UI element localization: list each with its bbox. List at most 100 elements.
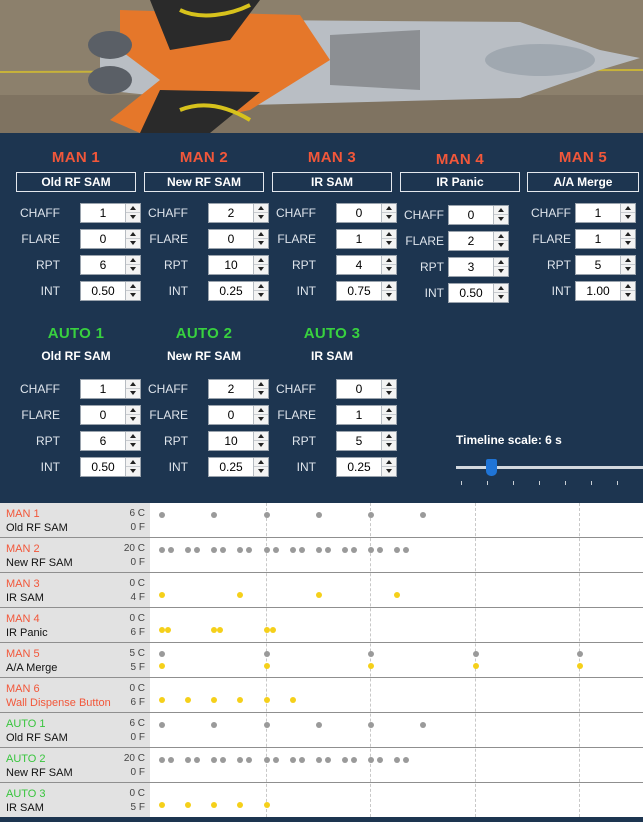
- flare-count: 5 F: [130, 662, 145, 673]
- flare-value[interactable]: 1: [576, 230, 620, 248]
- chaff-value[interactable]: 2: [209, 204, 253, 222]
- int-spinbox[interactable]: 1.00: [575, 281, 636, 301]
- rpt-value[interactable]: 6: [81, 256, 125, 274]
- int-value[interactable]: 0.25: [209, 458, 253, 476]
- spin-down-arrow-icon[interactable]: [621, 213, 635, 222]
- rpt-row: RPT 5: [527, 255, 643, 275]
- program-name-field[interactable]: IR Panic: [400, 172, 520, 192]
- spin-down-arrow-icon[interactable]: [621, 265, 635, 274]
- spin-up-arrow-icon[interactable]: [382, 380, 396, 389]
- rpt-value[interactable]: 5: [576, 256, 620, 274]
- chaff-spinbox[interactable]: 2: [208, 203, 269, 223]
- rpt-value[interactable]: 4: [337, 256, 381, 274]
- rpt-spinbox[interactable]: 5: [336, 431, 397, 451]
- chaff-spinbox[interactable]: 1: [575, 203, 636, 223]
- chaff-value[interactable]: 0: [337, 380, 381, 398]
- flare-value[interactable]: 1: [337, 406, 381, 424]
- flare-value[interactable]: 0: [81, 406, 125, 424]
- spin-down-arrow-icon[interactable]: [382, 441, 396, 450]
- chaff-spinbox[interactable]: 0: [336, 203, 397, 223]
- flare-value[interactable]: 0: [209, 230, 253, 248]
- flare-spinbox[interactable]: 1: [575, 229, 636, 249]
- rpt-spinbox[interactable]: 4: [336, 255, 397, 275]
- int-value[interactable]: 0.50: [81, 282, 125, 300]
- flare-spinbox[interactable]: 0: [80, 405, 141, 425]
- int-value[interactable]: 0.50: [81, 458, 125, 476]
- spin-up-arrow-icon[interactable]: [494, 258, 508, 267]
- spin-up-arrow-icon[interactable]: [621, 282, 635, 291]
- int-value[interactable]: 0.75: [337, 282, 381, 300]
- int-value[interactable]: 0.50: [449, 284, 493, 302]
- spin-down-arrow-icon[interactable]: [621, 291, 635, 300]
- rpt-value[interactable]: 6: [81, 432, 125, 450]
- flare-value[interactable]: 0: [81, 230, 125, 248]
- chaff-spinbox[interactable]: 0: [448, 205, 509, 225]
- int-spinbox[interactable]: 0.75: [336, 281, 397, 301]
- flare-spinbox[interactable]: 1: [336, 229, 397, 249]
- spin-up-arrow-icon[interactable]: [621, 204, 635, 213]
- spin-down-arrow-icon[interactable]: [382, 467, 396, 476]
- rpt-spinbox[interactable]: 3: [448, 257, 509, 277]
- int-value[interactable]: 0.25: [209, 282, 253, 300]
- flare-spinbox[interactable]: 0: [208, 405, 269, 425]
- rpt-value[interactable]: 5: [337, 432, 381, 450]
- rpt-spinbox[interactable]: 10: [208, 255, 269, 275]
- timeline-scale-track[interactable]: [456, 466, 643, 469]
- timeline-scale-thumb[interactable]: [486, 459, 497, 476]
- chaff-spinbox[interactable]: 1: [80, 203, 141, 223]
- spin-down-arrow-icon[interactable]: [382, 389, 396, 398]
- program-name-field[interactable]: IR SAM: [272, 172, 392, 192]
- flare-value[interactable]: 0: [209, 406, 253, 424]
- spin-up-arrow-icon[interactable]: [382, 432, 396, 441]
- flare-value[interactable]: 1: [337, 230, 381, 248]
- spin-down-arrow-icon[interactable]: [494, 293, 508, 302]
- chaff-value[interactable]: 1: [81, 204, 125, 222]
- chaff-marker: [159, 722, 165, 728]
- spin-up-arrow-icon[interactable]: [494, 232, 508, 241]
- spin-up-arrow-icon[interactable]: [382, 458, 396, 467]
- spin-up-arrow-icon[interactable]: [382, 406, 396, 415]
- chaff-spinbox[interactable]: 2: [208, 379, 269, 399]
- flare-marker: [263, 802, 270, 808]
- int-value[interactable]: 0.25: [337, 458, 381, 476]
- int-spinbox[interactable]: 0.50: [448, 283, 509, 303]
- flare-value[interactable]: 2: [449, 232, 493, 250]
- program-name-field[interactable]: A/A Merge: [527, 172, 639, 192]
- int-spinbox[interactable]: 0.25: [208, 457, 269, 477]
- rpt-spinbox[interactable]: 5: [575, 255, 636, 275]
- chaff-value[interactable]: 0: [449, 206, 493, 224]
- spin-down-arrow-icon[interactable]: [494, 241, 508, 250]
- chaff-spinbox[interactable]: 0: [336, 379, 397, 399]
- rpt-spinbox[interactable]: 6: [80, 431, 141, 451]
- chaff-value[interactable]: 1: [81, 380, 125, 398]
- spin-down-arrow-icon[interactable]: [494, 215, 508, 224]
- rpt-spinbox[interactable]: 10: [208, 431, 269, 451]
- rpt-value[interactable]: 10: [209, 432, 253, 450]
- chaff-value[interactable]: 2: [209, 380, 253, 398]
- chaff-spinbox[interactable]: 1: [80, 379, 141, 399]
- int-value[interactable]: 1.00: [576, 282, 620, 300]
- spin-up-arrow-icon[interactable]: [621, 230, 635, 239]
- spin-down-arrow-icon[interactable]: [621, 239, 635, 248]
- chaff-value[interactable]: 0: [337, 204, 381, 222]
- chaff-value[interactable]: 1: [576, 204, 620, 222]
- int-spinbox[interactable]: 0.50: [80, 281, 141, 301]
- spin-down-arrow-icon[interactable]: [382, 415, 396, 424]
- program-name-field[interactable]: New RF SAM: [144, 172, 264, 192]
- flare-spinbox[interactable]: 0: [80, 229, 141, 249]
- spin-up-arrow-icon[interactable]: [494, 284, 508, 293]
- chaff-marker: [377, 547, 383, 553]
- program-name-field[interactable]: Old RF SAM: [16, 172, 136, 192]
- rpt-value[interactable]: 3: [449, 258, 493, 276]
- flare-spinbox[interactable]: 2: [448, 231, 509, 251]
- rpt-value[interactable]: 10: [209, 256, 253, 274]
- int-spinbox[interactable]: 0.25: [208, 281, 269, 301]
- spin-up-arrow-icon[interactable]: [494, 206, 508, 215]
- rpt-spinbox[interactable]: 6: [80, 255, 141, 275]
- int-spinbox[interactable]: 0.25: [336, 457, 397, 477]
- flare-spinbox[interactable]: 1: [336, 405, 397, 425]
- spin-down-arrow-icon[interactable]: [494, 267, 508, 276]
- int-spinbox[interactable]: 0.50: [80, 457, 141, 477]
- spin-up-arrow-icon[interactable]: [621, 256, 635, 265]
- flare-spinbox[interactable]: 0: [208, 229, 269, 249]
